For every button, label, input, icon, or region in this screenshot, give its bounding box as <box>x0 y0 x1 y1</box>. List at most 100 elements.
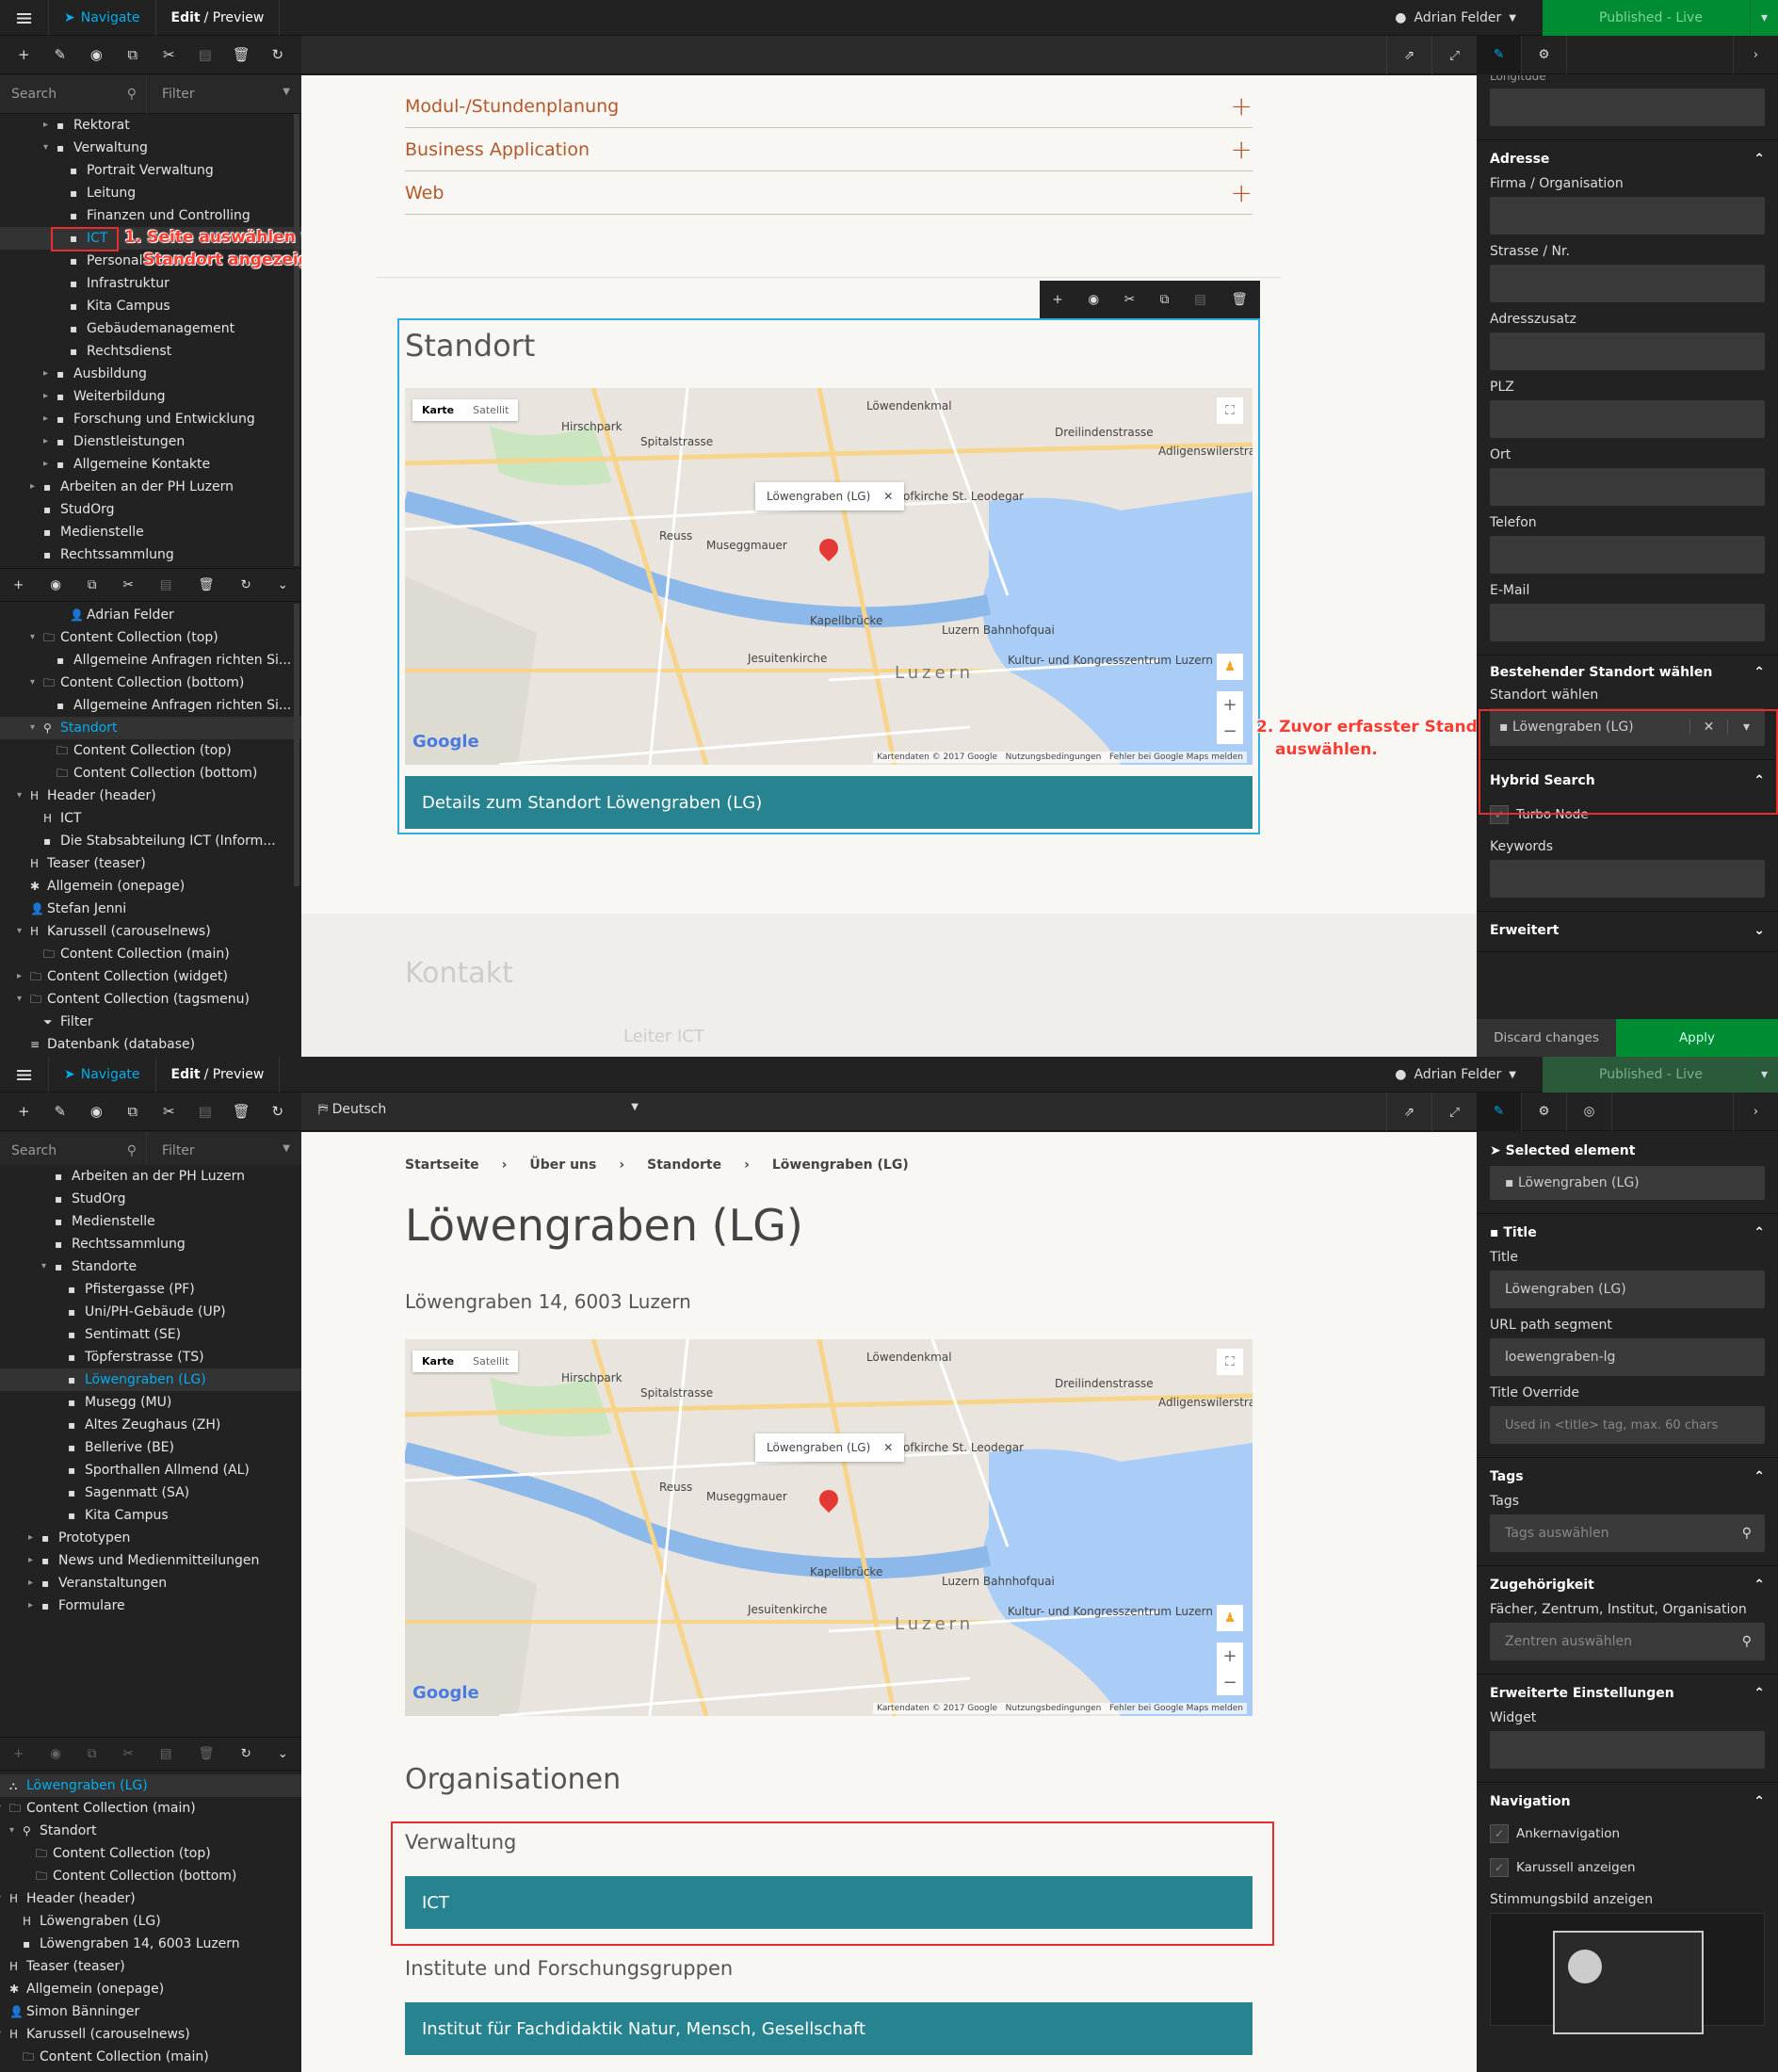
accordion-item[interactable]: Modul-/Stundenplanung + <box>405 85 1253 128</box>
override-field[interactable]: Used in <title> tag, max. 60 chars <box>1490 1406 1765 1444</box>
cut-icon[interactable]: ✂ <box>1124 292 1135 307</box>
discard-button[interactable]: Discard changes <box>1477 1019 1616 1057</box>
hide-icon[interactable]: ◉ <box>81 46 111 63</box>
hide-icon[interactable]: ◉ <box>50 1746 61 1761</box>
refresh-icon[interactable]: ↻ <box>263 46 293 63</box>
caret-right-icon[interactable]: ▸ <box>28 1549 40 1572</box>
tree-item[interactable]: 🗀 Content Collection (main) <box>0 943 301 965</box>
delete-icon[interactable]: 🗑 <box>226 1103 256 1120</box>
tree-item[interactable]: ▪ Gebäudemanagement <box>0 317 301 340</box>
caret-right-icon[interactable]: ▸ <box>43 408 55 430</box>
tree-item[interactable]: ▪ Die Stabsabteilung ICT (Inform... <box>0 830 301 852</box>
tree-item[interactable]: 🗀 Content Collection (top) <box>0 739 301 762</box>
close-icon[interactable]: ✕ <box>883 1441 893 1454</box>
tree-item[interactable]: ▪ Kita Campus <box>0 295 301 317</box>
gear-icon[interactable]: ⚙ <box>1522 1092 1567 1131</box>
zoom-out-icon[interactable]: − <box>1222 1673 1237 1692</box>
tree-item[interactable]: ▪ Bellerive (BE) <box>0 1436 301 1459</box>
fullscreen-icon[interactable]: ⤢ <box>1431 1093 1477 1131</box>
tree-item[interactable]: H Teaser (teaser) <box>0 852 301 875</box>
tree-item[interactable]: ▪ StudOrg <box>0 498 301 521</box>
paste-icon[interactable]: ▤ <box>1194 292 1206 307</box>
caret-right-icon[interactable]: ▸ <box>30 476 41 498</box>
gear-icon[interactable]: ⚙ <box>1522 35 1567 74</box>
edit-preview-tab[interactable]: Edit / Preview <box>156 0 281 36</box>
tree-item[interactable]: ▪ Löwengraben 14, 6003 Luzern <box>0 1933 301 1955</box>
delete-icon[interactable]: 🗑 <box>226 46 256 63</box>
tree-item[interactable]: ▪ Pfistergasse (PF) <box>0 1278 301 1301</box>
delete-icon[interactable]: 🗑 <box>198 1746 214 1761</box>
tree-item[interactable]: ▪ Musegg (MU) <box>0 1391 301 1414</box>
details-button[interactable]: Details zum Standort Löwengraben (LG) <box>405 776 1253 829</box>
user-menu[interactable]: ● Adrian Felder ▼ <box>1395 0 1516 36</box>
tags-field[interactable]: Tags auswählen ⚲ <box>1490 1514 1765 1552</box>
ict-button[interactable]: ICT <box>405 1876 1253 1929</box>
tree-item[interactable]: ▸ ▪ News und Medienmitteilungen <box>0 1549 301 1572</box>
publish-button[interactable]: Published - Live ▾ <box>1543 0 1778 36</box>
zentren-field[interactable]: Zentren auswählen ⚲ <box>1490 1623 1765 1660</box>
caret-down-icon[interactable]: ▾ <box>0 1797 8 1820</box>
accordion-item[interactable]: Business Application + <box>405 128 1253 171</box>
caret-down-icon[interactable]: ▾ <box>0 1887 8 1910</box>
tree-item[interactable]: ▪ Kita Campus <box>0 1504 301 1527</box>
page-tree-scrollbar[interactable] <box>294 114 299 566</box>
filter-select[interactable]: Filter ▼ <box>147 87 301 102</box>
tree-item[interactable]: ▾🗀 Content Collection (main) <box>0 1797 301 1820</box>
target-icon[interactable]: ◎ <box>1567 1092 1612 1131</box>
tree-item[interactable]: ▪ Sporthallen Allmend (AL) <box>0 1459 301 1481</box>
add-icon[interactable]: + <box>13 1746 24 1761</box>
tree-item[interactable]: H ICT <box>0 807 301 830</box>
map-footer[interactable]: Kartendaten © 2017 Google Nutzungsbeding… <box>873 752 1247 763</box>
tree-item[interactable]: ▸ ▪ Arbeiten an der PH Luzern <box>0 476 301 498</box>
hide-icon[interactable]: ◉ <box>1088 292 1099 307</box>
hide-icon[interactable]: ◉ <box>81 1103 111 1120</box>
navigate-tab[interactable]: ➤ Navigate <box>49 0 156 36</box>
copy-icon[interactable]: ⧉ <box>88 1746 97 1761</box>
paste-icon[interactable]: ▤ <box>190 1103 220 1120</box>
menu-icon[interactable]: ≡ <box>0 1057 49 1093</box>
tree-item[interactable]: ▪ Finanzen und Controlling <box>0 204 301 227</box>
tree-item[interactable]: ▪ Medienstelle <box>0 521 301 543</box>
delete-icon[interactable]: 🗑 <box>198 577 214 592</box>
collapse-icon[interactable]: ⌄ <box>278 1746 288 1761</box>
address-field[interactable] <box>1490 604 1765 641</box>
add-icon[interactable]: + <box>8 1103 39 1120</box>
address-field[interactable] <box>1490 332 1765 370</box>
erweitert-header[interactable]: Erweitert ⌄ <box>1490 923 1765 938</box>
cut-icon[interactable]: ✂ <box>154 46 184 63</box>
tree-item[interactable]: ▪ StudOrg <box>0 1188 301 1210</box>
breadcrumb-item[interactable]: Über uns <box>529 1157 596 1173</box>
zugehoerigkeit-header[interactable]: Zugehörigkeit ⌃ <box>1490 1578 1765 1593</box>
zoom-in-icon[interactable]: + <box>1222 1646 1237 1666</box>
user-menu[interactable]: ● Adrian Felder ▼ <box>1395 1057 1516 1093</box>
tree-item[interactable]: ▸ ▪ Weiterbildung <box>0 385 301 408</box>
caret-right-icon[interactable]: ▸ <box>43 363 55 385</box>
publish-button[interactable]: Published - Live ▾ <box>1543 1057 1778 1093</box>
pencil-icon[interactable]: ✎ <box>1477 35 1522 74</box>
tree-item[interactable]: 🗀 Content Collection (top) <box>0 1842 301 1865</box>
tree-item[interactable]: ▸ ▪ Veranstaltungen <box>0 1572 301 1594</box>
caret-down-icon[interactable]: ▾ <box>17 785 28 807</box>
paste-icon[interactable]: ▤ <box>190 46 220 63</box>
filter-select[interactable]: Filter ▼ <box>147 1143 301 1158</box>
refresh-icon[interactable]: ↻ <box>240 577 251 592</box>
tree-item[interactable]: ▪ Rechtssammlung <box>0 1233 301 1255</box>
add-icon[interactable]: + <box>13 577 24 592</box>
fullscreen-icon[interactable]: ⤢ <box>1431 36 1477 74</box>
add-icon[interactable]: + <box>1052 292 1062 307</box>
caret-right-icon[interactable]: ▸ <box>17 965 28 988</box>
edit-preview-tab[interactable]: Edit / Preview <box>156 1057 281 1093</box>
tree-item[interactable]: ▾H Header (header) <box>0 1887 301 1910</box>
caret-down-icon[interactable]: ▾ <box>17 988 28 1011</box>
tree-item[interactable]: ▪ Töpferstrasse (TS) <box>0 1346 301 1368</box>
caret-down-icon[interactable]: ▾ <box>0 2023 8 2046</box>
map-fullscreen-icon[interactable]: ⛶ <box>1217 1349 1243 1375</box>
caret-right-icon[interactable]: ▸ <box>43 114 55 137</box>
publish-dropdown-icon[interactable]: ▾ <box>1750 0 1778 36</box>
tree-item[interactable]: H Löwengraben (LG) <box>0 1910 301 1933</box>
cut-icon[interactable]: ✂ <box>122 1746 133 1761</box>
address-field[interactable] <box>1490 468 1765 506</box>
delete-icon[interactable]: 🗑 <box>1232 292 1248 307</box>
map-fullscreen-icon[interactable]: ⛶ <box>1217 397 1243 424</box>
caret-down-icon[interactable]: ▾ <box>30 626 41 649</box>
